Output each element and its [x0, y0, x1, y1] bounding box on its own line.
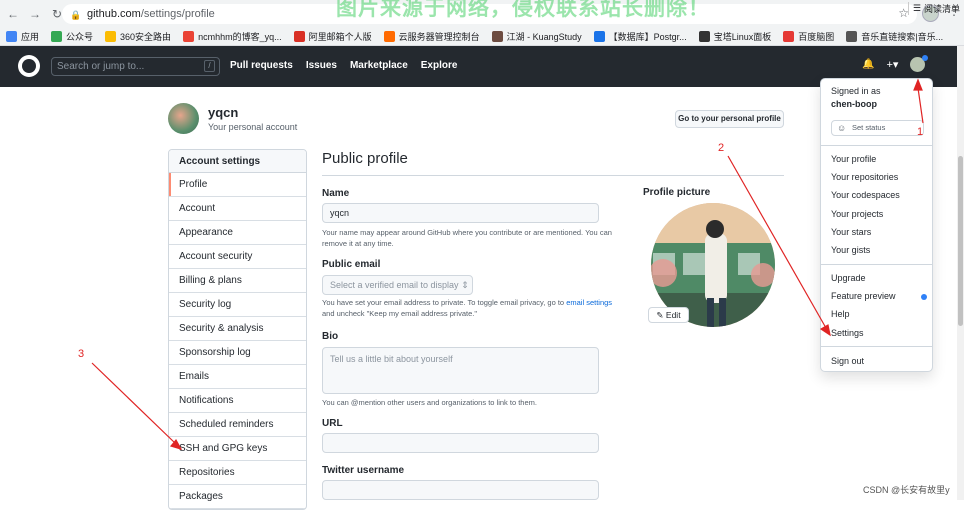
annotation-arrows — [91, 78, 924, 450]
annotation-1: 1 — [917, 126, 924, 138]
arrow-1 — [917, 87, 924, 124]
csdn-watermark: CSDN @长安有故里y — [863, 485, 950, 495]
annotation-3: 3 — [78, 348, 85, 360]
arrowhead-2 — [819, 324, 831, 337]
annotation-2: 2 — [718, 142, 725, 154]
arrow-2 — [727, 155, 827, 329]
arrow-3 — [91, 362, 177, 445]
arrowhead-1 — [913, 78, 923, 91]
